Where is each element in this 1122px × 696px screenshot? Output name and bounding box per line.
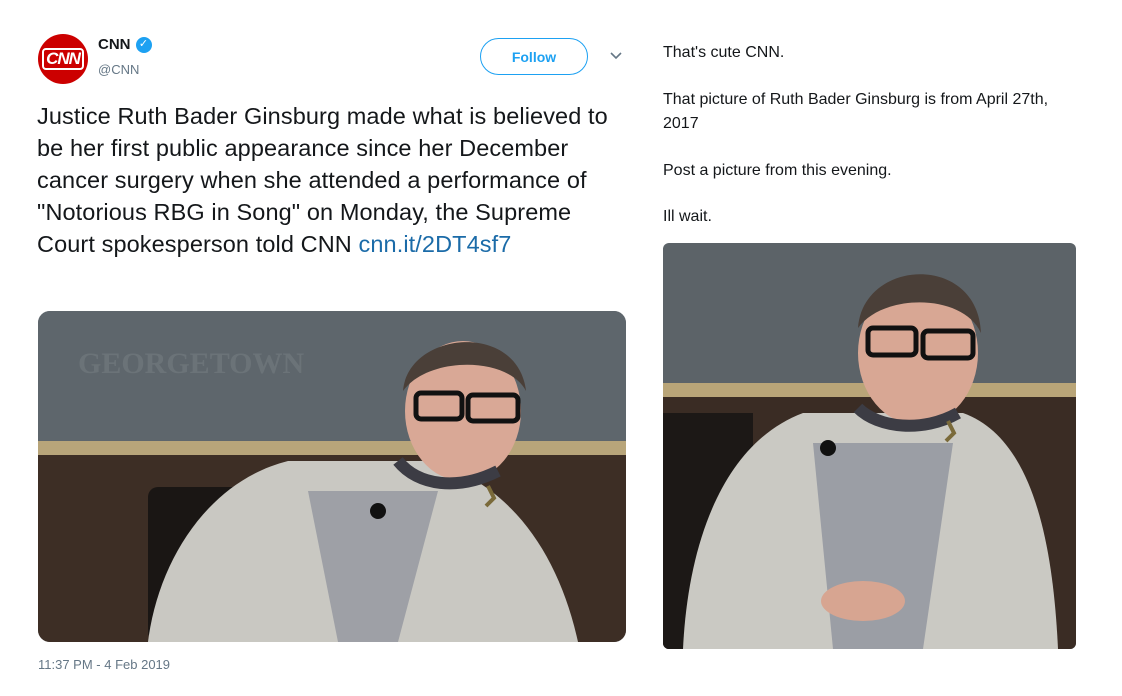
reply-line-3: Post a picture from this evening. (663, 162, 892, 179)
verified-badge-icon: ✓ (135, 36, 152, 53)
reply-line-1: That's cute CNN. (663, 44, 785, 61)
follow-button[interactable]: Follow (480, 38, 588, 75)
tweet-photo[interactable]: GEORGETOWN (38, 311, 626, 642)
reply-line-2: That picture of Ruth Bader Ginsburg is f… (663, 91, 1049, 132)
tweet-card: CNN CNN ✓ @CNN Follow Justice Ruth Bader… (0, 0, 650, 696)
author-handle[interactable]: @CNN (98, 62, 139, 77)
cnn-avatar[interactable]: CNN (38, 34, 88, 84)
rbg-2017-photo-image (663, 243, 1076, 649)
reply-photo[interactable] (663, 243, 1076, 649)
chevron-down-icon[interactable] (608, 48, 624, 64)
tweet-body: Justice Ruth Bader Ginsburg made what is… (37, 103, 608, 257)
rbg-photo-image: GEORGETOWN (38, 311, 626, 642)
backdrop-lettering: GEORGETOWN (78, 347, 304, 380)
author-name-row: CNN ✓ (98, 36, 152, 53)
avatar-logo-text: CNN (42, 48, 84, 70)
tweet-link[interactable]: cnn.it/2DT4sf7 (359, 231, 512, 257)
reply-line-4: Ill wait. (663, 208, 712, 225)
author-display-name[interactable]: CNN (98, 36, 131, 53)
tweet-text: Justice Ruth Bader Ginsburg made what is… (37, 100, 627, 260)
tweet-timestamp[interactable]: 11:37 PM - 4 Feb 2019 (38, 657, 170, 672)
